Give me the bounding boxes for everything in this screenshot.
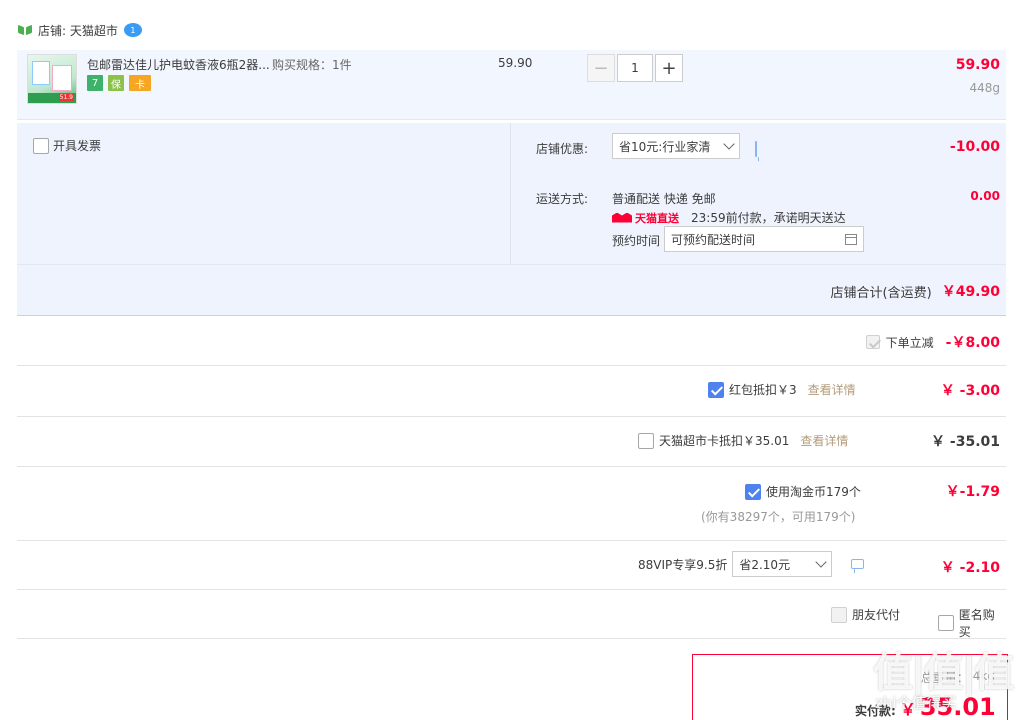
red-packet-checkbox[interactable] <box>708 381 724 398</box>
product-spec: 购买规格：1件 <box>272 58 352 72</box>
invoice-checkbox[interactable] <box>33 137 49 154</box>
tmall-direct-icon <box>612 212 632 223</box>
invoice-label: 开具发票 <box>53 139 102 153</box>
calendar-icon[interactable] <box>845 233 857 245</box>
tmall-card-amount: ￥ -35.01 <box>931 434 1000 450</box>
taojinbi-label: 使用淘金币179个 <box>766 485 861 499</box>
friend-pay-label: 朋友代付 <box>852 608 901 622</box>
instant-discount-checkbox <box>865 335 880 349</box>
tmall-card-row: 天猫超市卡抵扣￥35.01 查看详情 ￥ -35.01 <box>17 417 1006 467</box>
red-packet-details-link[interactable]: 查看详情 <box>808 381 856 398</box>
shop-discount-value: 省10元:行业家清 <box>619 139 711 154</box>
item-subtotal: 59.90 <box>955 57 1000 73</box>
message-icon[interactable] <box>851 559 865 569</box>
taojinbi-row: 使用淘金币179个 (你有38297个，可用179个) ￥-1.79 <box>17 467 1006 541</box>
quantity-stepper: − 1 + <box>587 54 683 82</box>
anonymous-checkbox[interactable] <box>938 615 954 631</box>
taojinbi-amount: ￥-1.79 <box>945 484 1000 500</box>
shop-total-label: 店铺合计(含运费) <box>830 285 932 301</box>
cart-item-row: 51.9 包邮雷达佳儿护电蚊香液6瓶2器... 购买规格：1件 7 保 卡 59… <box>17 50 1006 120</box>
shipping-label: 运送方式: <box>536 192 589 206</box>
friend-pay-checkbox <box>831 606 847 623</box>
chevron-down-icon <box>815 556 828 568</box>
shop-discount-select[interactable]: 省10元:行业家清 <box>612 133 740 159</box>
extra-options-row: 朋友代付 匿名购买 <box>17 590 1006 639</box>
vip-label: 88VIP专享9.5折 <box>638 557 728 572</box>
tmall-card-label: 天猫超市卡抵扣￥35.01 <box>659 434 790 448</box>
taojinbi-note: (你有38297个，可用179个) <box>701 510 856 524</box>
delivery-promise: 天猫直送 23:59前付款，承诺明天送达 <box>612 209 846 226</box>
shop-total-amount: ￥49.90 <box>941 284 1000 300</box>
tmall-direct-badge: 天猫直送 <box>612 210 679 226</box>
vip-discount-value: 省2.10元 <box>739 557 791 572</box>
vip-discount-select[interactable]: 省2.10元 <box>732 551 833 577</box>
guarantee-icon[interactable]: 保 <box>108 75 124 91</box>
vip-row: 88VIP专享9.5折 省2.10元 ￥ -2.10 <box>17 541 1006 590</box>
shipping-amount: 0.00 <box>970 189 1000 203</box>
tmall-logo-icon <box>18 24 32 36</box>
shop-name[interactable]: 店铺: 天猫超市 <box>38 22 118 39</box>
message-icon[interactable] <box>755 141 757 157</box>
product-thumbnail[interactable]: 51.9 <box>27 54 77 104</box>
red-packet-row: 红包抵扣￥3 查看详情 ￥ -3.00 <box>17 366 1006 417</box>
thumbnail-price: 51.9 <box>58 94 74 101</box>
shop-total: 店铺合计(含运费) ￥49.90 <box>831 281 1000 301</box>
tmall-direct-label: 天猫直送 <box>635 211 679 225</box>
tmall-card-checkbox[interactable] <box>638 432 654 449</box>
invoice-option[interactable]: 开具发票 <box>33 137 101 154</box>
appointment-time-input[interactable]: 可预约配送时间 <box>664 226 864 252</box>
red-packet-amount: ￥ -3.00 <box>940 383 1000 399</box>
anonymous-label: 匿名购买 <box>958 608 995 639</box>
vip-amount: ￥ -2.10 <box>940 560 1000 576</box>
divider <box>510 123 511 264</box>
shop-discount-amount: -10.00 <box>949 139 1000 155</box>
instant-discount-row: 下单立减 -￥8.00 <box>17 317 1006 366</box>
item-weight: 448g <box>969 81 1000 95</box>
appointment-time-placeholder: 可预约配送时间 <box>671 232 756 247</box>
appointment-label: 预约时间 <box>612 234 661 248</box>
shop-discount-label: 店铺优惠: <box>536 142 589 156</box>
red-packet-label: 红包抵扣￥3 <box>729 383 797 397</box>
decrease-quantity-button[interactable]: − <box>587 54 615 82</box>
shipping-method: 普通配送 快递 免邮 <box>612 192 716 206</box>
service-badges: 7 保 卡 <box>87 75 151 91</box>
seven-day-return-icon[interactable]: 7 <box>87 75 103 91</box>
taojinbi-checkbox[interactable] <box>745 483 761 500</box>
quantity-input[interactable]: 1 <box>617 54 653 82</box>
tmall-card-details-link[interactable]: 查看详情 <box>800 432 848 449</box>
chevron-down-icon <box>723 138 735 150</box>
divider <box>17 264 1006 265</box>
shop-header: 店铺: 天猫超市 1 <box>18 20 142 40</box>
order-options-panel: 开具发票 店铺优惠: 省10元:行业家清 -10.00 运送方式: 普通配送 快… <box>17 123 1006 316</box>
increase-quantity-button[interactable]: + <box>655 54 683 82</box>
watermark-text: zhi个值得买 <box>875 694 957 712</box>
product-title[interactable]: 包邮雷达佳儿护电蚊香液6瓶2器... <box>87 56 270 73</box>
unit-price: 59.90 <box>498 56 533 70</box>
chat-icon[interactable]: 1 <box>123 23 142 37</box>
watermark-logo: 值|值|值 <box>873 650 1014 696</box>
instant-discount-amount: -￥8.00 <box>945 335 1000 351</box>
delivery-promise-text: 23:59前付款，承诺明天送达 <box>691 211 846 225</box>
instant-discount-label: 下单立减 <box>885 335 934 350</box>
card-payment-icon[interactable]: 卡 <box>129 75 151 91</box>
